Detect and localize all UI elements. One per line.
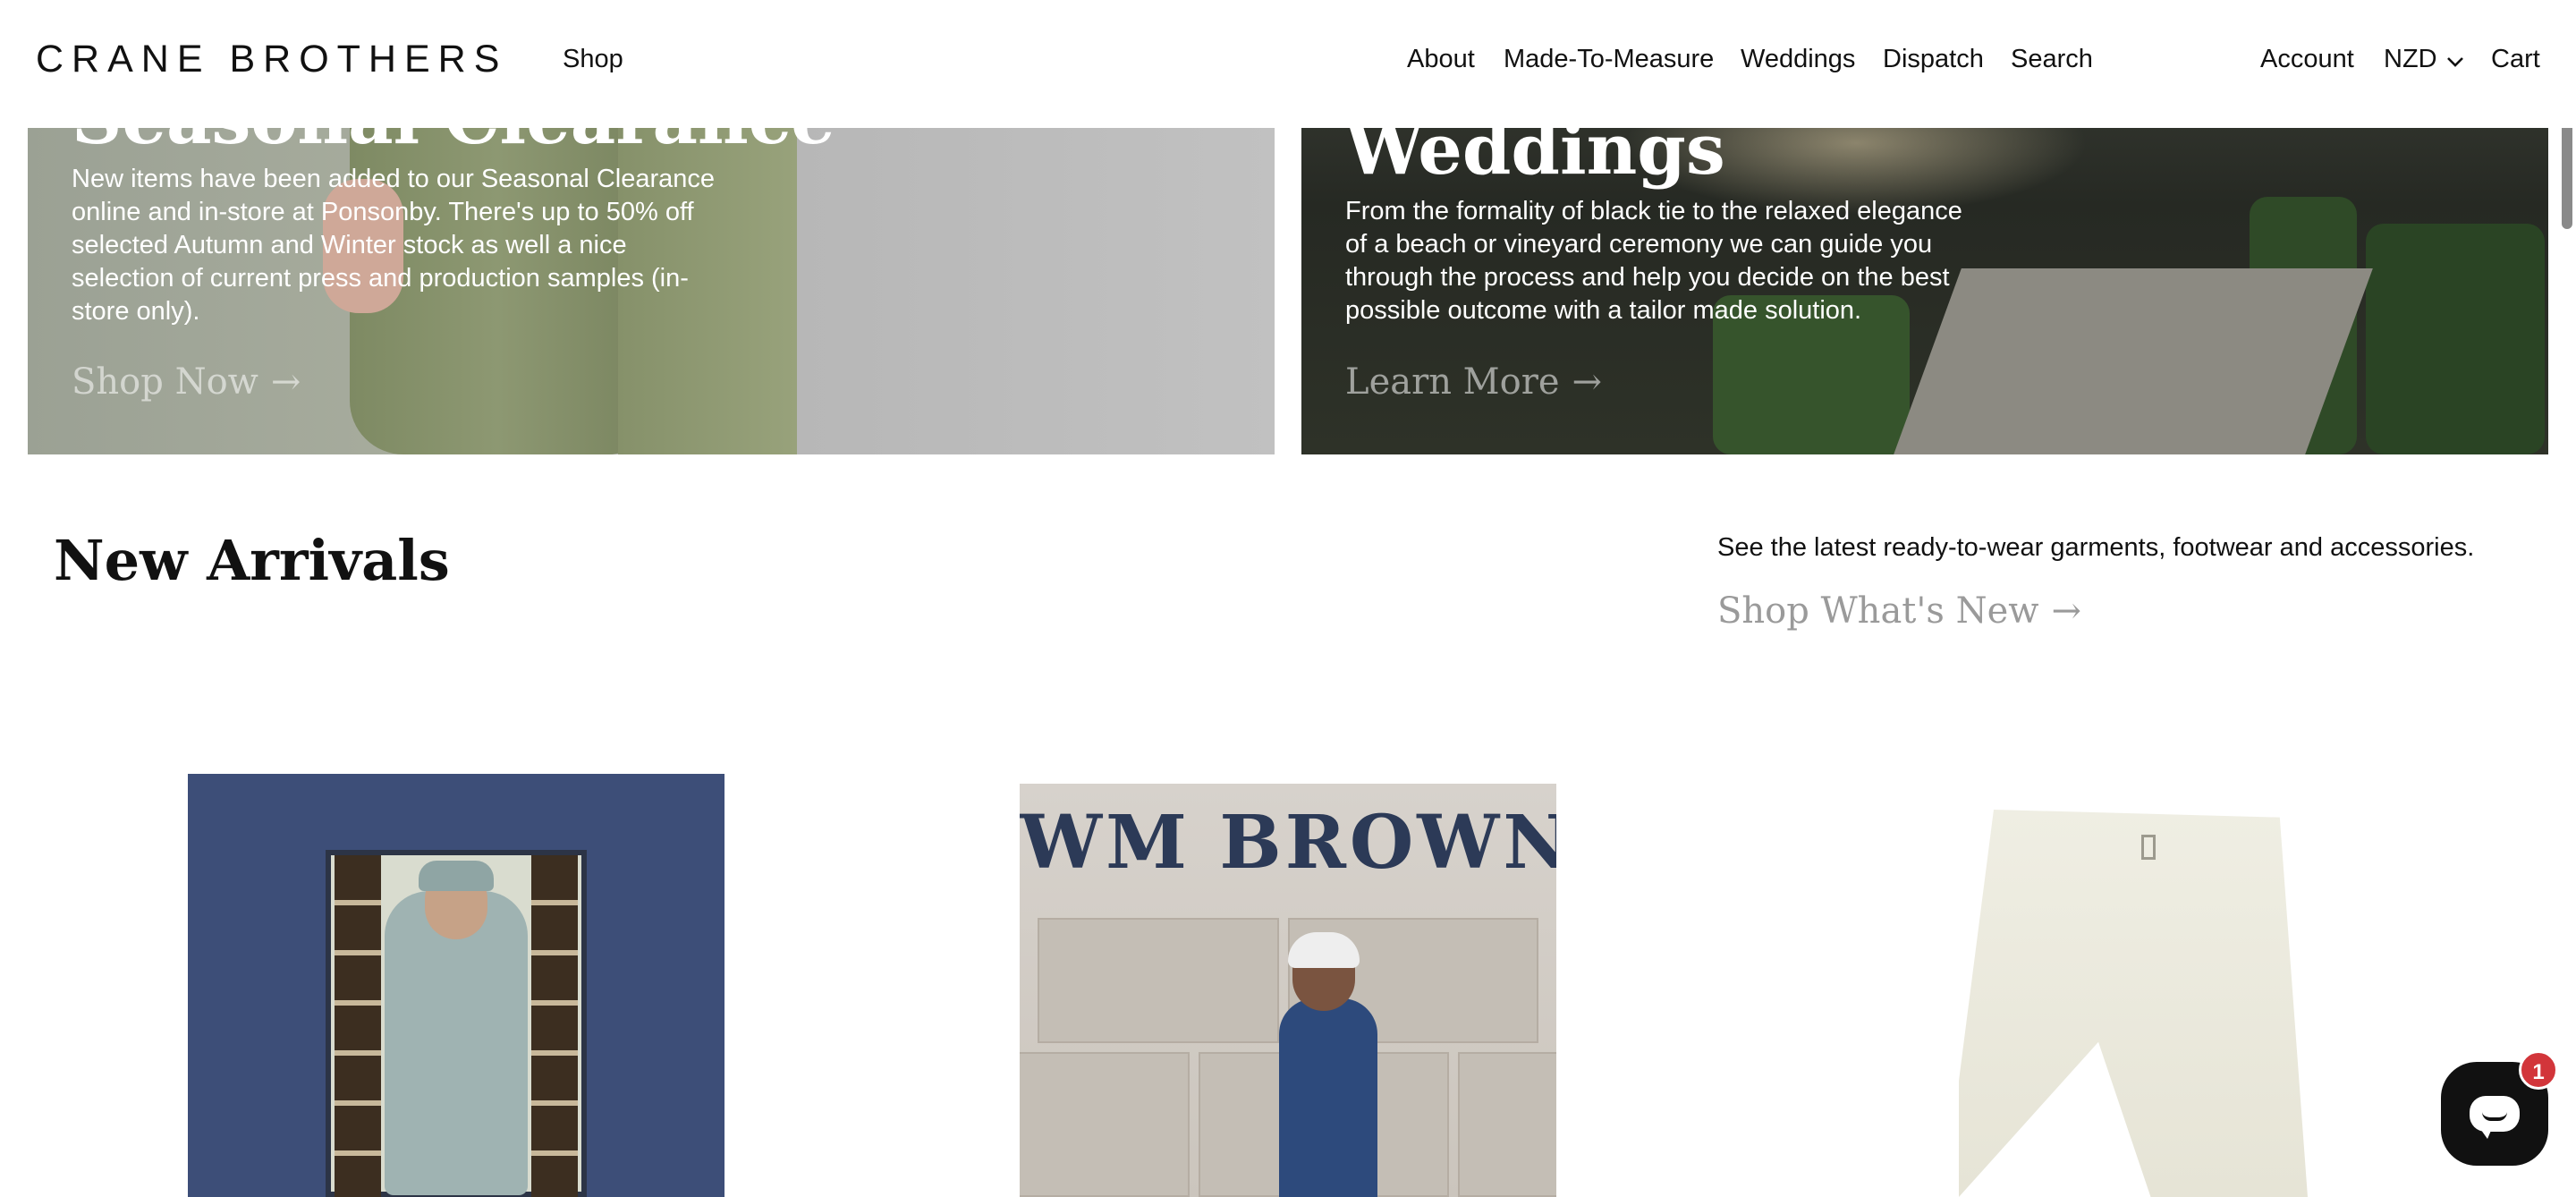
arrow-right-icon: → xyxy=(1572,361,1603,403)
product-image-stone xyxy=(1458,1052,1556,1197)
site-header: CRANE BROTHERS Shop About Made-To-Measur… xyxy=(0,0,2576,128)
product-card-wm-brown[interactable]: WM BROWN xyxy=(1020,784,1556,1197)
nav-dispatch[interactable]: Dispatch xyxy=(1883,45,1984,74)
product-image-suit xyxy=(1279,998,1377,1197)
product-image-plaque xyxy=(531,855,578,1197)
learn-more-label: Learn More xyxy=(1345,361,1560,403)
scrollbar-thumb[interactable] xyxy=(2562,113,2572,229)
learn-more-link[interactable]: Learn More → xyxy=(1345,361,1602,403)
product-image-stone xyxy=(1020,1052,1190,1197)
nav-search[interactable]: Search xyxy=(2011,45,2093,74)
nav-shop[interactable]: Shop xyxy=(563,45,623,74)
hero-image-hedge xyxy=(2366,224,2545,454)
arrow-right-icon: → xyxy=(2051,590,2082,632)
hero-body: From the formality of black tie to the r… xyxy=(1345,197,1962,325)
product-image-cap xyxy=(419,861,494,891)
shop-now-link[interactable]: Shop Now → xyxy=(72,361,301,403)
logo[interactable]: CRANE BROTHERS xyxy=(36,38,507,81)
nav-cart[interactable]: Cart xyxy=(2491,45,2540,74)
section-title: New Arrivals xyxy=(54,528,450,593)
section-description: See the latest ready-to-wear garments, f… xyxy=(1717,533,2475,562)
nav-about[interactable]: About xyxy=(1407,45,1475,74)
hero-body: New items have been added to our Seasona… xyxy=(72,165,716,326)
arrow-right-icon: → xyxy=(270,361,301,403)
notification-badge: 1 xyxy=(2519,1050,2558,1090)
currency-selector[interactable]: NZD xyxy=(2384,45,2464,75)
nav-made-to-measure[interactable]: Made-To-Measure xyxy=(1504,45,1714,74)
shop-whats-new-link[interactable]: Shop What's New → xyxy=(1717,590,2081,632)
product-image-brand-text: WM BROWN xyxy=(1020,800,1556,886)
shop-whats-new-label: Shop What's New xyxy=(1717,590,2039,632)
chat-bubble-tail xyxy=(2479,1126,2493,1139)
chevron-down-icon xyxy=(2446,46,2464,75)
product-image-book-cover xyxy=(326,850,587,1197)
product-image-stone xyxy=(1038,918,1279,1043)
currency-label: NZD xyxy=(2384,45,2437,73)
product-image-buckle xyxy=(2141,835,2156,860)
product-card-trousers[interactable] xyxy=(1905,810,2308,1197)
product-card-book[interactable] xyxy=(188,774,724,1197)
scrollbar-track[interactable] xyxy=(2556,106,2576,1197)
nav-weddings[interactable]: Weddings xyxy=(1741,45,1855,74)
nav-account[interactable]: Account xyxy=(2260,45,2354,74)
shop-now-label: Shop Now xyxy=(72,361,258,403)
product-image-trousers xyxy=(1959,810,2308,1197)
product-image-plaque xyxy=(335,855,381,1197)
